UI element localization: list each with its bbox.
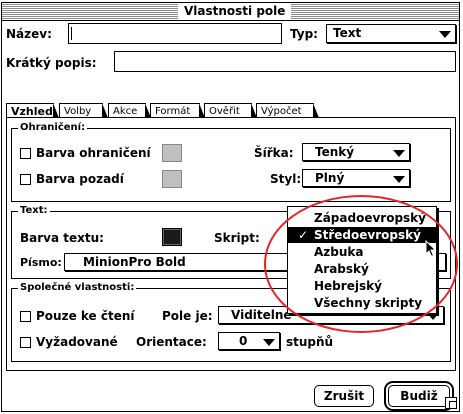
background-color-label: Barva pozadí bbox=[36, 172, 124, 186]
chevron-down-icon bbox=[393, 176, 405, 183]
text-color-swatch[interactable] bbox=[162, 228, 182, 246]
text-caret bbox=[71, 27, 72, 40]
font-label: Písmo: bbox=[20, 256, 62, 269]
border-group-label: Ohraničení: bbox=[18, 122, 88, 134]
chevron-down-icon bbox=[263, 339, 275, 346]
common-group-label: Společné vlastnosti: bbox=[18, 282, 137, 294]
readonly-label: Pouze ke čtení bbox=[36, 309, 135, 323]
border-style-label: Styl: bbox=[270, 172, 302, 186]
degrees-label: stupňů bbox=[286, 335, 334, 349]
ok-button[interactable]: Budiž bbox=[384, 381, 454, 411]
border-color-swatch[interactable] bbox=[162, 144, 182, 162]
background-color-checkbox[interactable] bbox=[20, 174, 31, 185]
border-group: Ohraničení: Barva ohraničení Barva pozad… bbox=[11, 122, 451, 202]
field-is-label: Pole je: bbox=[162, 309, 213, 323]
border-style-select[interactable]: Plný bbox=[302, 169, 410, 187]
chevron-down-icon bbox=[393, 150, 405, 157]
chevron-down-icon bbox=[427, 313, 439, 320]
tab-appearance[interactable]: Vzhled bbox=[6, 103, 59, 118]
orientation-value: 0 bbox=[239, 334, 248, 348]
tab-format[interactable]: Formát bbox=[150, 103, 205, 118]
required-label: Vyžadované bbox=[36, 335, 118, 349]
tooltip-label: Krátký popis: bbox=[6, 56, 97, 70]
orientation-select[interactable]: 0 bbox=[218, 332, 280, 350]
chevron-down-icon bbox=[439, 31, 451, 38]
text-group-label: Text: bbox=[18, 205, 50, 217]
font-value: MinionPro Bold bbox=[83, 255, 186, 269]
border-width-select[interactable]: Tenký bbox=[302, 143, 410, 161]
type-label: Typ: bbox=[290, 27, 318, 41]
highlight-ellipse bbox=[264, 195, 458, 333]
orientation-label: Orientace: bbox=[136, 335, 207, 349]
required-checkbox[interactable] bbox=[20, 337, 31, 348]
script-label: Skript: bbox=[214, 231, 260, 245]
text-color-label: Barva textu: bbox=[20, 231, 104, 245]
tooltip-input[interactable] bbox=[114, 51, 456, 72]
border-color-checkbox[interactable] bbox=[20, 148, 31, 159]
window-title: Vlastnosti pole bbox=[178, 4, 292, 19]
name-input[interactable] bbox=[68, 23, 282, 44]
tab-calculate[interactable]: Výpočet bbox=[256, 103, 319, 118]
cancel-button[interactable]: Zrušit bbox=[314, 385, 374, 407]
resize-grip-icon[interactable] bbox=[445, 397, 457, 409]
type-select[interactable]: Text bbox=[326, 24, 456, 43]
readonly-checkbox[interactable] bbox=[20, 311, 31, 322]
field-properties-window: Vlastnosti pole Název: Typ: Text Krátký … bbox=[1, 2, 460, 412]
tab-validate[interactable]: Ověřit bbox=[204, 103, 257, 118]
tab-options[interactable]: Volby bbox=[59, 103, 108, 118]
type-value: Text bbox=[333, 26, 362, 40]
tab-actions[interactable]: Akce bbox=[108, 103, 151, 118]
border-color-label: Barva ohraničení bbox=[36, 146, 151, 160]
visibility-value: Viditelné bbox=[231, 308, 292, 322]
title-bar[interactable]: Vlastnosti pole bbox=[2, 3, 459, 21]
border-style-value: Plný bbox=[315, 171, 345, 185]
border-width-value: Tenký bbox=[315, 145, 355, 159]
border-width-label: Šířka: bbox=[254, 146, 294, 160]
background-color-swatch[interactable] bbox=[162, 170, 182, 188]
name-label: Název: bbox=[6, 27, 52, 41]
